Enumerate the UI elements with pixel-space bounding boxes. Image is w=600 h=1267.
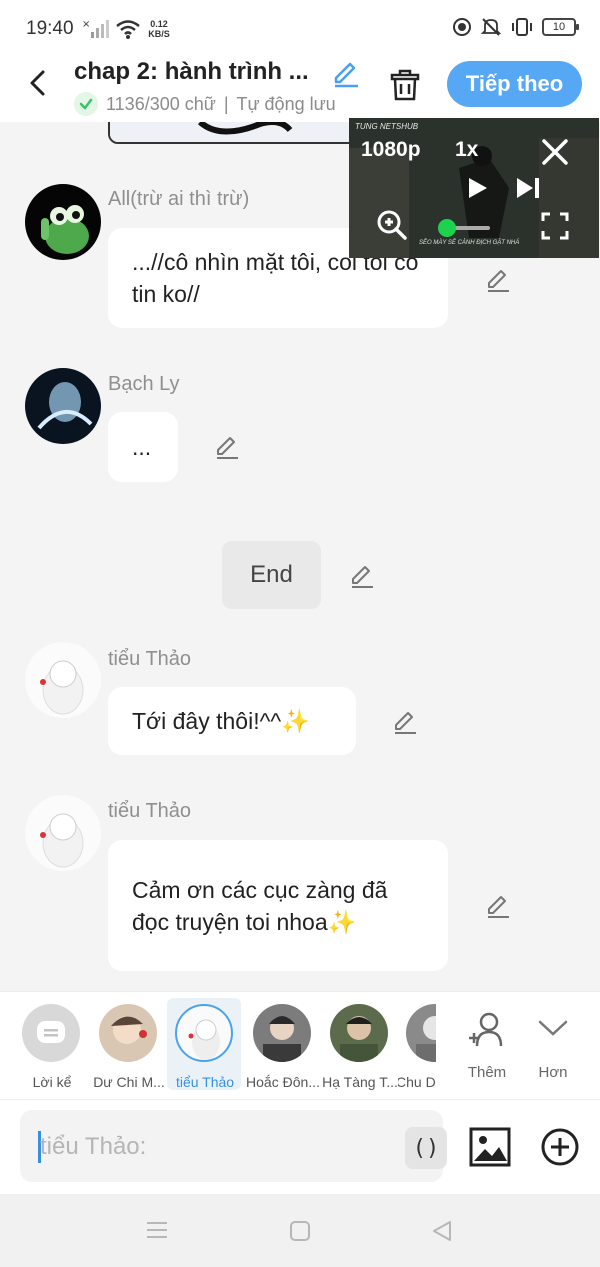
character-narration[interactable]: Lời kể	[14, 998, 88, 1090]
speed-value: 0.12	[150, 19, 168, 29]
du-chi-avatar	[99, 1004, 157, 1062]
avatar[interactable]	[25, 368, 101, 444]
more-button[interactable]: Hơn	[521, 998, 585, 1090]
edit-pencil-icon[interactable]	[348, 562, 376, 590]
separator: |	[223, 93, 229, 114]
video-caption: SẼO MÀY SẼ CẢNH ĐỊCH GẶT NHÁ	[419, 240, 520, 246]
image-icon[interactable]	[469, 1127, 511, 1167]
wifi-icon	[116, 20, 140, 39]
play-icon[interactable]	[465, 176, 489, 200]
trash-icon[interactable]	[386, 66, 424, 104]
video-speed[interactable]: 1x	[455, 138, 478, 162]
back-triangle-icon[interactable]	[430, 1219, 454, 1243]
close-icon[interactable]	[539, 136, 571, 168]
character-du-chi[interactable]: Dư Chi M...	[91, 998, 165, 1090]
character-tieu-thao[interactable]: tiểu Thảo	[167, 998, 241, 1090]
floating-video-player[interactable]: TUNG NETSHUB 1080p 1x SẼO MÀY SẼ CẢNH ĐỊ…	[349, 118, 599, 258]
word-count: 1136/300 chữ	[106, 93, 216, 114]
back-arrow-icon[interactable]	[22, 66, 56, 100]
signal-x-icon: ×	[82, 19, 109, 38]
ha-tang-avatar	[330, 1004, 388, 1062]
character-label: tiểu Thảo	[175, 1074, 235, 1090]
sketch-image	[110, 122, 366, 142]
speech-bubble-icon	[37, 1021, 65, 1043]
record-icon	[453, 18, 471, 36]
edit-pencil-icon[interactable]	[484, 892, 512, 920]
check-icon	[74, 92, 98, 116]
character-label: Chu D	[398, 1074, 436, 1090]
input-bar: tiểu Thảo: ()	[0, 1099, 600, 1194]
video-progress-handle[interactable]	[438, 219, 456, 237]
parenthesis-button[interactable]: ()	[405, 1127, 447, 1169]
editor-header: chap 2: hành trình ... 1136/300 chữ | Tự…	[0, 58, 600, 122]
character-ha-tang[interactable]: Hạ Tàng T...	[322, 998, 398, 1090]
character-label: Lời kể	[32, 1074, 72, 1090]
tieu-thao-avatar	[175, 1004, 233, 1062]
character-hoac-don[interactable]: Hoắc Đôn...	[245, 998, 320, 1090]
tieu-thao-avatar-image	[40, 813, 84, 868]
edit-title-icon[interactable]	[330, 58, 362, 90]
chevron-down-icon	[538, 1020, 568, 1036]
sender-name: tiểu Thảo	[108, 800, 192, 822]
add-label: Thêm	[467, 1064, 507, 1081]
status-icons: 10	[452, 17, 579, 37]
next-button[interactable]: Tiếp theo	[447, 61, 582, 107]
chapter-title[interactable]: chap 2: hành trình ...	[74, 58, 324, 86]
avatar[interactable]	[25, 642, 101, 718]
video-progress-track[interactable]	[438, 219, 490, 237]
zoom-in-icon[interactable]	[376, 209, 408, 241]
sender-name: Bạch Ly	[108, 373, 180, 395]
character-selector: Lời kể Dư Chi M... tiểu Thảo Hoắc Đôn...…	[0, 991, 600, 1099]
menu-icon[interactable]	[146, 1220, 168, 1240]
avatar[interactable]	[25, 184, 101, 260]
sender-name: tiểu Thảo	[108, 648, 192, 670]
video-watermark: TUNG NETSHUB	[355, 122, 419, 131]
character-chu-d[interactable]: Chu D	[398, 998, 436, 1090]
mute-icon	[480, 18, 502, 36]
character-label: Hoắc Đôn...	[246, 1074, 320, 1090]
status-time: 19:40	[26, 18, 74, 39]
message-bubble[interactable]: ...	[108, 412, 178, 482]
message-bubble[interactable]: Cảm ơn các cục zàng đã đọc truyện toi nh…	[108, 840, 448, 971]
home-icon[interactable]	[289, 1220, 311, 1242]
chu-d-avatar	[406, 1004, 436, 1062]
fullscreen-icon[interactable]	[541, 212, 569, 240]
battery-icon: 10	[542, 18, 579, 36]
video-quality[interactable]: 1080p	[361, 138, 421, 162]
tieu-thao-avatar-image	[40, 660, 84, 715]
message-input[interactable]: tiểu Thảo: ()	[20, 1110, 447, 1182]
system-nav-bar	[0, 1194, 600, 1267]
vibrate-icon	[512, 18, 532, 36]
network-speed: 0.12 KB/S	[144, 19, 174, 39]
narration-bubble[interactable]: End	[222, 541, 321, 609]
more-label: Hơn	[538, 1064, 568, 1081]
frog-avatar-image	[41, 205, 89, 254]
character-label: Hạ Tàng T...	[322, 1074, 398, 1090]
autosave-label: Tự động lưu	[236, 93, 336, 114]
skip-next-icon[interactable]	[515, 176, 543, 200]
save-status: 1136/300 chữ | Tự động lưu	[74, 92, 336, 116]
message-bubble[interactable]: Tới đây thôi!^^✨	[108, 687, 356, 755]
input-placeholder: tiểu Thảo:	[40, 1133, 147, 1160]
edit-pencil-icon[interactable]	[391, 708, 419, 736]
speed-unit: KB/S	[148, 29, 170, 39]
add-circle-icon[interactable]	[540, 1127, 580, 1167]
image-message-preview[interactable]	[108, 122, 368, 144]
edit-pencil-icon[interactable]	[213, 433, 241, 461]
bach-ly-avatar-image	[37, 382, 93, 430]
svg-text:×: ×	[82, 19, 90, 30]
add-person-icon	[469, 1012, 503, 1047]
edit-pencil-icon[interactable]	[484, 266, 512, 294]
add-character-button[interactable]: Thêm	[455, 998, 519, 1090]
avatar[interactable]	[25, 795, 101, 871]
narration-avatar	[22, 1004, 80, 1062]
character-label: Dư Chi M...	[93, 1074, 165, 1090]
status-bar: 19:40 × 0.12 KB/S 10	[0, 0, 600, 58]
sender-name: All(trừ ai thì trừ)	[108, 188, 250, 210]
hoac-don-avatar	[253, 1004, 311, 1062]
